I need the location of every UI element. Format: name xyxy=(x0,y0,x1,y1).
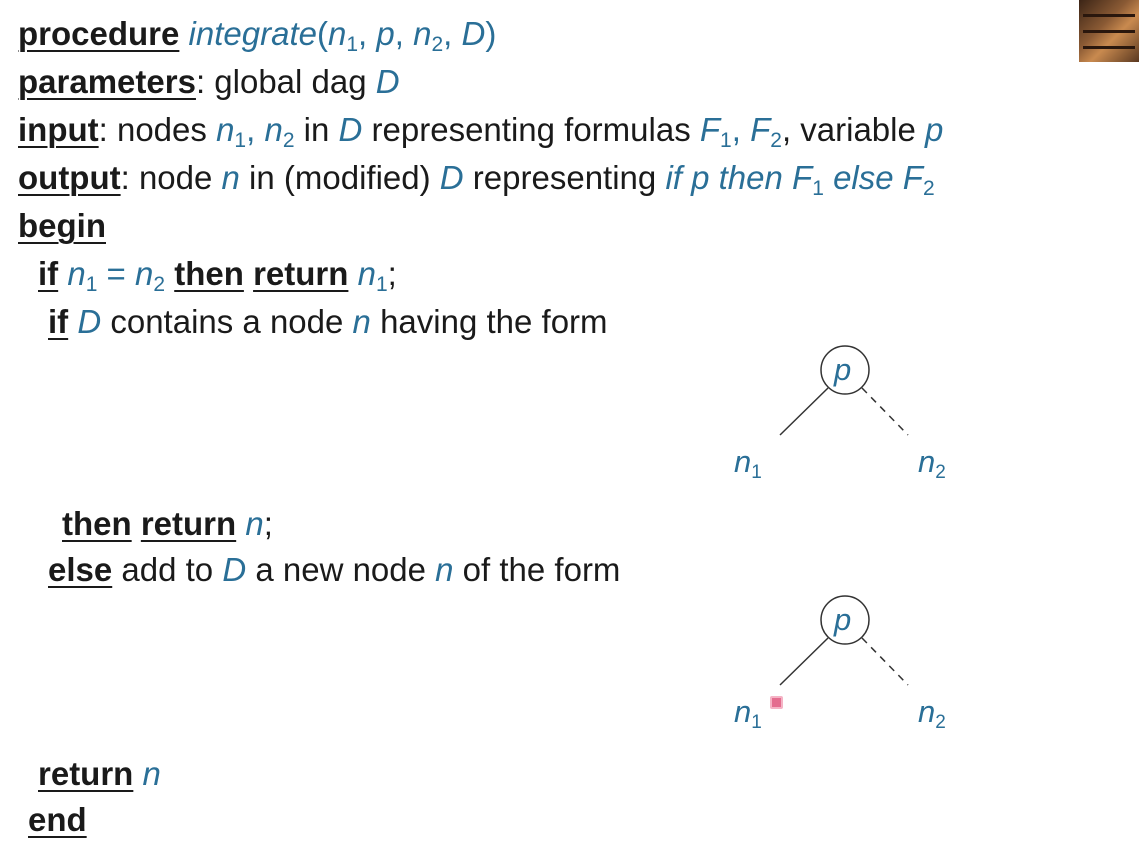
end-line: end xyxy=(28,800,87,840)
node-diagram-1: p n1 n2 xyxy=(720,340,980,490)
right-child-label: n2 xyxy=(918,444,946,483)
keyword-begin: begin xyxy=(18,207,106,244)
keyword-procedure: procedure xyxy=(18,15,180,52)
right-child-label: n2 xyxy=(918,694,946,733)
keyword-parameters: parameters xyxy=(18,63,196,100)
root-p-label: p xyxy=(834,352,852,387)
root-p-label: p xyxy=(834,602,852,637)
if-contains-line: if D contains a node n having the form xyxy=(48,303,608,340)
keyword-output: output xyxy=(18,159,121,196)
bookshelf-thumbnail xyxy=(1079,0,1139,62)
node-diagram-2: p n1 n2 xyxy=(720,590,980,740)
keyword-input: input xyxy=(18,111,99,148)
pointer-cursor-icon xyxy=(770,696,783,709)
output-line: output: node n in (modified) D represent… xyxy=(18,159,935,200)
keyword-if: if xyxy=(38,255,59,292)
return-line: return n xyxy=(38,755,161,792)
begin-line: begin xyxy=(18,206,106,246)
left-child-label: n1 xyxy=(734,694,762,733)
procedure-name: integrate xyxy=(188,15,317,52)
else-add-line: else add to D a new node n of the form xyxy=(48,551,621,588)
procedure-line: procedure integrate(n1, p, n2, D) xyxy=(18,15,497,56)
left-child-label: n1 xyxy=(734,444,762,483)
input-line: input: nodes n1, n2 in D representing fo… xyxy=(18,111,944,152)
if-equal-line: if n1 = n2 then return n1; xyxy=(38,255,397,296)
parameters-line: parameters: global dag D xyxy=(18,63,400,100)
then-return-line: then return n; xyxy=(62,505,273,542)
keyword-end: end xyxy=(28,801,87,838)
